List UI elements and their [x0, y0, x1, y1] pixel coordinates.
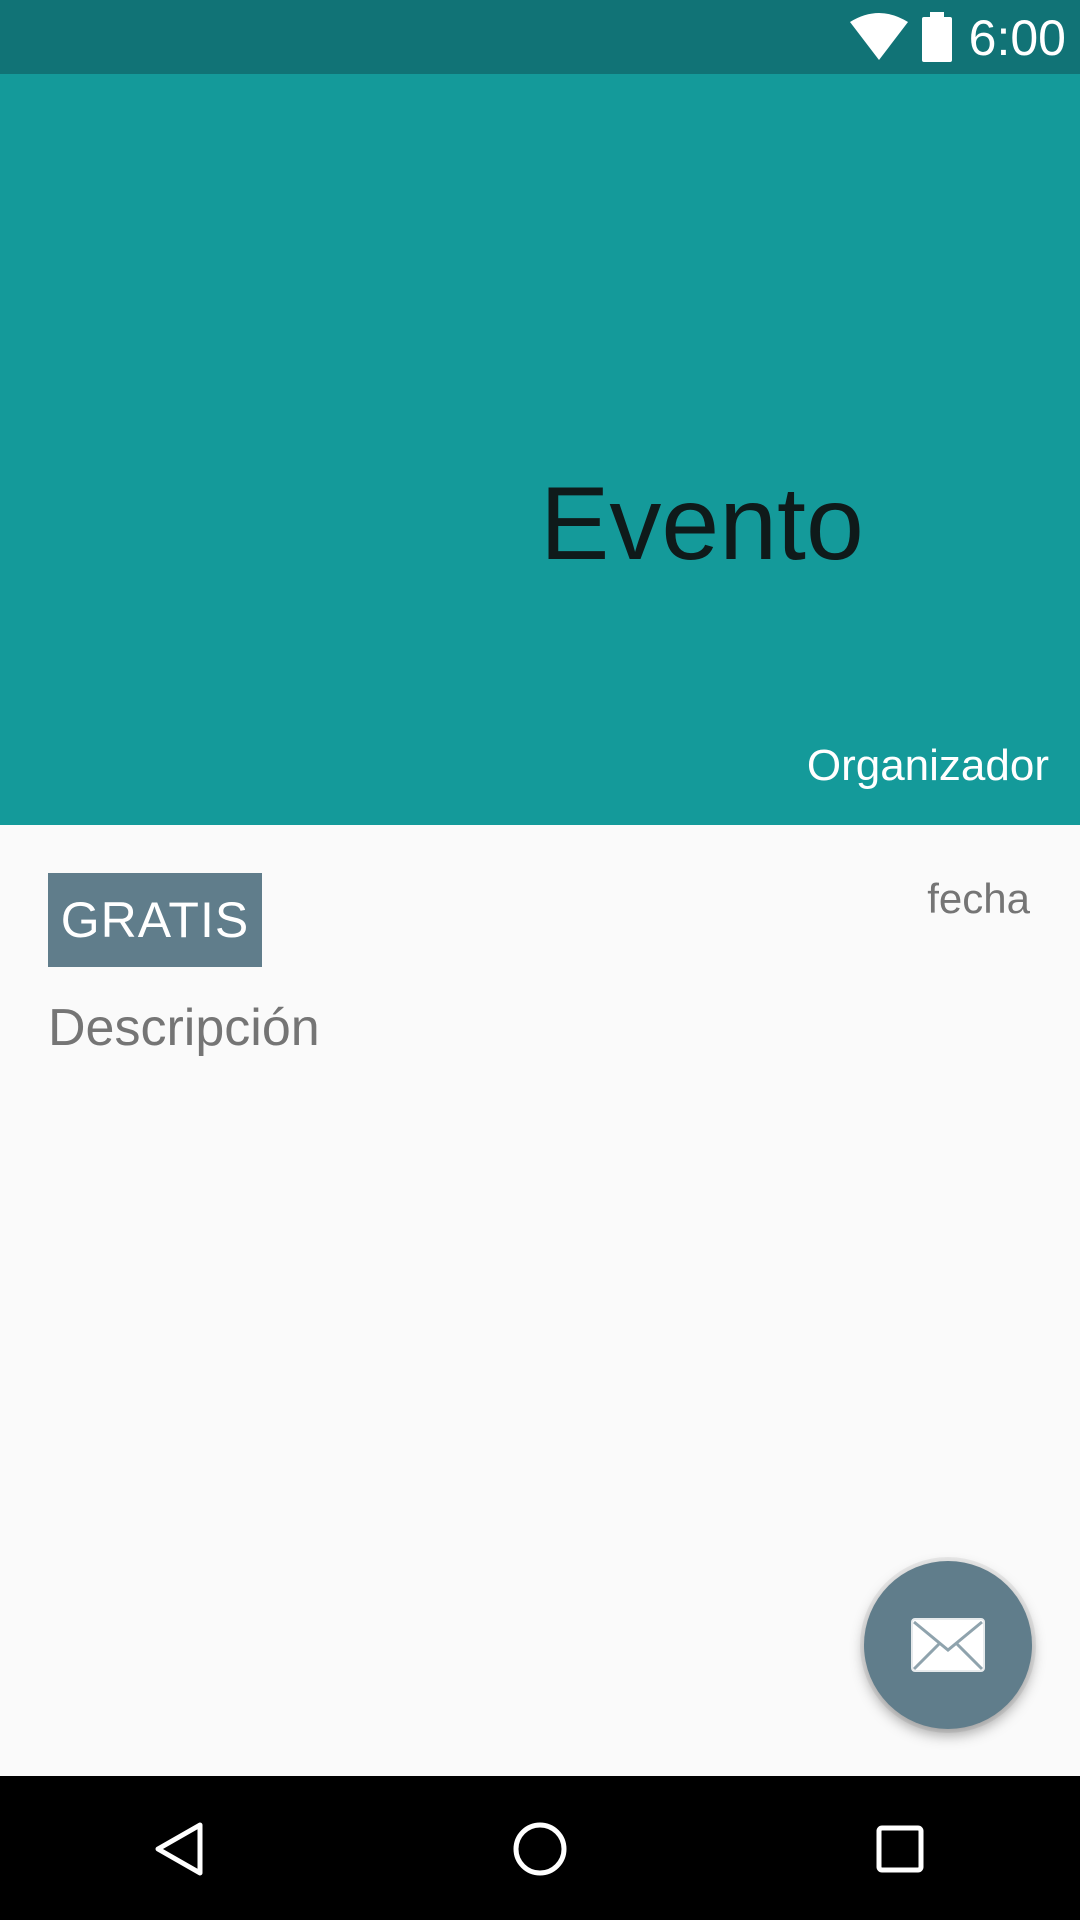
battery-icon	[922, 12, 952, 62]
contact-fab-button[interactable]	[864, 1561, 1032, 1729]
home-button[interactable]	[505, 1814, 575, 1884]
event-header: Evento Organizador	[0, 74, 1080, 825]
event-title: Evento	[540, 466, 864, 582]
event-description: Descripción	[48, 999, 320, 1057]
navigation-bar	[0, 1776, 1080, 1920]
back-icon	[155, 1822, 203, 1876]
price-badge: GRATIS	[48, 873, 262, 967]
event-date: fecha	[927, 875, 1030, 922]
back-button[interactable]	[145, 1814, 215, 1884]
wifi-icon	[850, 13, 908, 60]
event-organizer: Organizador	[806, 741, 1049, 790]
status-time: 6:00	[968, 10, 1066, 66]
mail-icon	[911, 1618, 985, 1672]
home-icon	[513, 1822, 567, 1876]
status-bar: 6:00	[0, 0, 1080, 74]
recents-icon	[876, 1825, 924, 1873]
recents-button[interactable]	[865, 1814, 935, 1884]
